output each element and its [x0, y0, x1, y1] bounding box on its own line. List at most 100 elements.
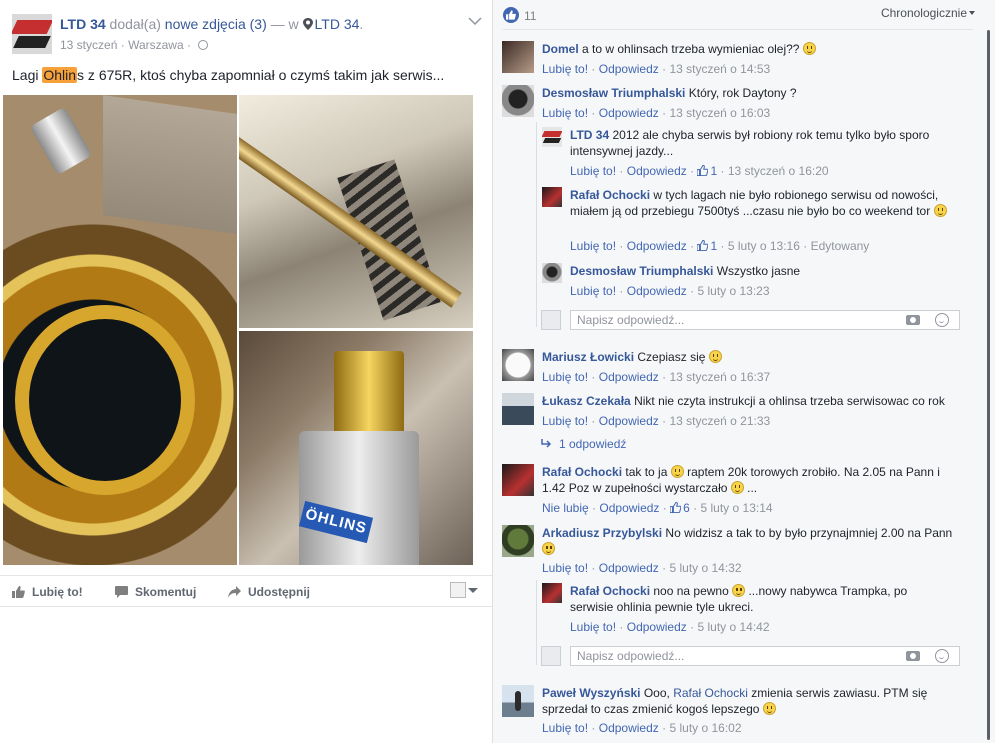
comment-author[interactable]: Arkadiusz Przybylski: [542, 526, 662, 540]
photos-link[interactable]: nowe zdjęcia (3): [165, 16, 267, 32]
like-button[interactable]: Lubię to!: [12, 584, 83, 599]
comment-meta: Lubię to! · Odpowiedz · 1 · 5 luty o 13:…: [570, 239, 869, 253]
reply-input[interactable]: [570, 646, 960, 666]
comment-reply-link[interactable]: Odpowiedz: [599, 721, 659, 735]
post-photo-1[interactable]: [3, 95, 237, 565]
avatar[interactable]: [542, 187, 562, 207]
meta-dot: ·: [690, 239, 695, 253]
comment-like-link[interactable]: Lubię to!: [542, 414, 588, 428]
avatar[interactable]: [502, 41, 534, 73]
comment-time[interactable]: 5 luty o 14:32: [669, 561, 741, 575]
camera-icon[interactable]: [906, 651, 920, 661]
post-photo-3[interactable]: ÖHLINS: [239, 331, 473, 565]
share-button[interactable]: Udostępnij: [228, 584, 310, 599]
comment-like-link[interactable]: Lubię to!: [542, 370, 588, 384]
comment-author[interactable]: Mariusz Łowicki: [542, 350, 634, 364]
speech-bubble-icon: [115, 586, 128, 598]
comment-time[interactable]: 5 luty o 14:42: [697, 620, 769, 634]
avatar[interactable]: [542, 263, 562, 283]
like-button-label: Lubię to!: [32, 585, 83, 599]
avatar[interactable]: [502, 685, 534, 717]
location-link[interactable]: LTD 34: [315, 16, 360, 32]
comment-like-link[interactable]: Lubię to!: [542, 106, 588, 120]
comment-time[interactable]: 13 styczeń o 16:37: [669, 370, 770, 384]
smiley-icon: [708, 350, 722, 363]
reply-input[interactable]: [570, 310, 960, 330]
comment-time[interactable]: 5 luty o 13:14: [701, 501, 773, 515]
comment-like-link[interactable]: Lubię to!: [570, 620, 616, 634]
comment-reply-link[interactable]: Odpowiedz: [627, 620, 687, 634]
comment-time[interactable]: 5 luty o 13:23: [697, 284, 769, 298]
reply-composer: [541, 310, 960, 330]
post-date[interactable]: 13 styczeń: [60, 38, 117, 52]
comment-author[interactable]: Desmosław Triumphalski: [570, 264, 713, 278]
camera-icon[interactable]: [906, 315, 920, 325]
comment-author[interactable]: Rafał Ochocki: [570, 188, 650, 202]
comment-time[interactable]: 13 styczeń o 16:03: [669, 106, 770, 120]
chevron-down-icon[interactable]: [468, 588, 478, 593]
comment-like-link[interactable]: Lubię to!: [570, 284, 616, 298]
comment-reply-link[interactable]: Odpowiedz: [627, 239, 687, 253]
comment-like-link[interactable]: Lubię to!: [542, 62, 588, 76]
smiley-icon[interactable]: [935, 649, 949, 663]
comment-reply-link[interactable]: Odpowiedz: [627, 284, 687, 298]
avatar[interactable]: [502, 525, 534, 557]
comment-like-link[interactable]: Lubię to!: [570, 164, 616, 178]
meta-dot: ·: [662, 62, 667, 76]
mention-link[interactable]: Rafał Ochocki: [673, 686, 748, 700]
comment-author[interactable]: Domel: [542, 42, 579, 56]
comment-like-count[interactable]: 1: [710, 164, 717, 178]
comment-text: Który, rok Daytony ?: [688, 86, 797, 100]
comment-text: No widzisz a tak to by było przynajmniej…: [665, 526, 953, 540]
comment-time[interactable]: 5 luty o 13:16: [728, 239, 800, 253]
comment-like-count[interactable]: 1: [710, 239, 717, 253]
avatar[interactable]: [542, 583, 562, 603]
post-as-avatar[interactable]: [450, 582, 466, 598]
comment-time[interactable]: 13 styczeń o 16:20: [728, 164, 829, 178]
comment-unlike-link[interactable]: Nie lubię: [542, 501, 589, 515]
edited-label[interactable]: Edytowany: [811, 239, 870, 253]
post-photo-2[interactable]: [239, 95, 473, 328]
comment-author[interactable]: Łukasz Czekała: [542, 394, 631, 408]
comment-reply-link[interactable]: Odpowiedz: [627, 164, 687, 178]
comment-time[interactable]: 5 luty o 16:02: [669, 721, 741, 735]
reply-arrow-icon: [541, 439, 552, 448]
comment-author[interactable]: LTD 34: [570, 128, 609, 142]
avatar[interactable]: [502, 393, 534, 425]
comment-like-link[interactable]: Lubię to!: [570, 239, 616, 253]
meta-dot: ·: [662, 370, 667, 384]
scrollbar[interactable]: [987, 30, 990, 740]
comment-reply-link[interactable]: Odpowiedz: [599, 561, 659, 575]
comment-reply-link[interactable]: Odpowiedz: [599, 62, 659, 76]
comment-author[interactable]: Rafał Ochocki: [542, 465, 622, 479]
view-replies-link[interactable]: 1 odpowiedź: [541, 437, 626, 451]
comment-author[interactable]: Rafał Ochocki: [570, 584, 650, 598]
likes-summary[interactable]: 11: [503, 4, 536, 24]
comment-reply-link[interactable]: Odpowiedz: [599, 414, 659, 428]
comment: Mariusz Łowicki Czepiasz się Lubię to! ·…: [502, 349, 962, 389]
chevron-down-icon[interactable]: [468, 16, 482, 26]
comment-like-count[interactable]: 6: [683, 501, 690, 515]
thumbs-up-icon: [697, 165, 709, 176]
comment-button[interactable]: Skomentuj: [115, 584, 196, 599]
comment-reply-link[interactable]: Odpowiedz: [599, 106, 659, 120]
comment-like-link[interactable]: Lubię to!: [542, 561, 588, 575]
comment-like-link[interactable]: Lubię to!: [542, 721, 588, 735]
comment-reply-link[interactable]: Odpowiedz: [599, 501, 659, 515]
comment-time[interactable]: 13 styczeń o 14:53: [669, 62, 770, 76]
page-name-link[interactable]: LTD 34: [60, 16, 106, 32]
sort-dropdown[interactable]: Chronologicznie: [881, 6, 975, 20]
page-avatar[interactable]: [12, 14, 52, 54]
comment-author[interactable]: Desmosław Triumphalski: [542, 86, 685, 100]
avatar[interactable]: [502, 464, 534, 496]
post-header-line: LTD 34 dodał(a) nowe zdjęcia (3) — w LTD…: [60, 16, 363, 32]
avatar[interactable]: [542, 127, 562, 147]
comment-text: a to w ohlinsach trzeba wymieniac olej??: [582, 42, 800, 56]
avatar[interactable]: [502, 349, 534, 381]
avatar[interactable]: [502, 85, 534, 117]
comment-time[interactable]: 13 styczeń o 21:33: [669, 414, 770, 428]
comment-author[interactable]: Paweł Wyszyński: [542, 686, 641, 700]
comment-reply-link[interactable]: Odpowiedz: [599, 370, 659, 384]
smiley-icon[interactable]: [935, 313, 949, 327]
smiley-icon: [933, 204, 947, 217]
